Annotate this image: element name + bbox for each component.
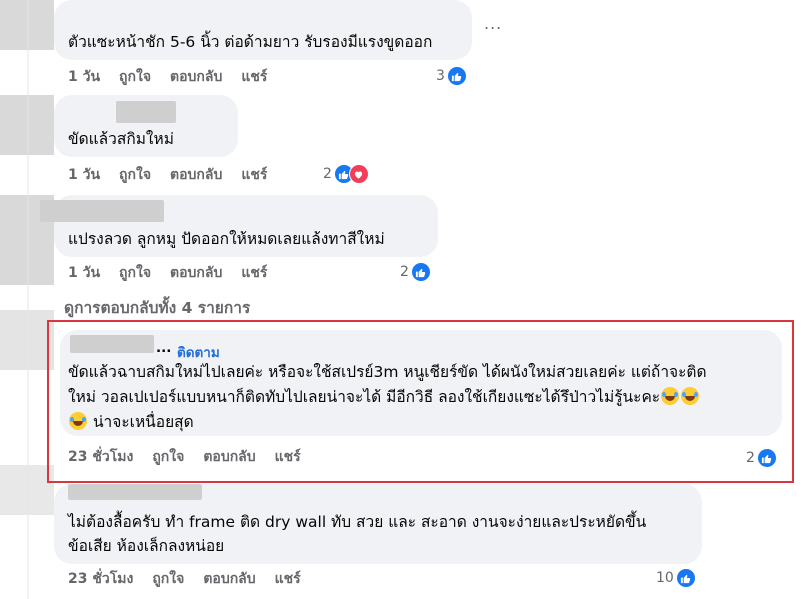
reply-button[interactable]: ตอบกลับ xyxy=(170,164,222,186)
comment-text: แปรงลวด ลูกหมู ปัดออกให้หมดเลยแล้งทาสีให… xyxy=(68,230,385,248)
more-options-icon[interactable]: ... xyxy=(484,14,502,33)
reaction-summary[interactable]: 3 xyxy=(436,65,467,87)
like-button[interactable]: ถูกใจ xyxy=(119,66,151,88)
reaction-summary[interactable]: 2 xyxy=(323,163,369,185)
comment-text-line-1: ไม่ต้องลื้อครับ ทำ frame ติด dry wall ทั… xyxy=(68,513,647,531)
like-icon xyxy=(675,568,696,588)
reply-button[interactable]: ตอบกลับ xyxy=(170,66,222,88)
comment-actions: 1 วัน ถูกใจ ตอบกลับ แชร์ xyxy=(68,263,286,283)
comment-text: ตัวแซะหน้าชัก 5-6 นิ้ว ต่อด้ามยาว รับรอง… xyxy=(68,33,433,51)
like-button[interactable]: ถูกใจ xyxy=(119,262,151,284)
reaction-count: 10 xyxy=(656,570,674,586)
thread-line xyxy=(27,0,29,599)
comment-text-line-2: ข้อเสีย ห้องเล็กลงหน่อย xyxy=(68,537,225,555)
heart-icon xyxy=(348,164,369,184)
share-button[interactable]: แชร์ xyxy=(275,568,301,590)
timestamp[interactable]: 23 ชั่วโมง xyxy=(68,568,133,590)
share-button[interactable]: แชร์ xyxy=(241,66,267,88)
reaction-count: 2 xyxy=(400,264,409,280)
highlight-box xyxy=(47,320,794,483)
like-icon xyxy=(446,66,467,86)
reply-button[interactable]: ตอบกลับ xyxy=(170,262,222,284)
author-name-blurred xyxy=(40,200,164,222)
reaction-summary[interactable]: 2 xyxy=(400,261,431,283)
share-button[interactable]: แชร์ xyxy=(241,262,267,284)
comment-text: ขัดแล้วสกิมใหม่ xyxy=(68,130,174,148)
timestamp[interactable]: 1 วัน xyxy=(68,164,100,186)
author-name-blurred xyxy=(116,101,176,123)
reaction-summary[interactable]: 10 xyxy=(656,567,696,589)
view-replies-link[interactable]: ดูการตอบกลับทั้ง 4 รายการ xyxy=(64,295,250,320)
timestamp[interactable]: 1 วัน xyxy=(68,262,100,284)
author-name-blurred xyxy=(68,484,202,500)
comment-actions: 23 ชั่วโมง ถูกใจ ตอบกลับ แชร์ xyxy=(68,569,320,589)
reply-button[interactable]: ตอบกลับ xyxy=(203,568,255,590)
timestamp[interactable]: 1 วัน xyxy=(68,66,100,88)
comment-actions: 1 วัน ถูกใจ ตอบกลับ แชร์ xyxy=(68,67,286,87)
reaction-count: 3 xyxy=(436,68,445,84)
like-button[interactable]: ถูกใจ xyxy=(152,568,184,590)
share-button[interactable]: แชร์ xyxy=(241,164,267,186)
comment-actions: 1 วัน ถูกใจ ตอบกลับ แชร์ xyxy=(68,165,286,185)
reaction-count: 2 xyxy=(323,166,332,182)
like-icon xyxy=(410,262,431,282)
like-button[interactable]: ถูกใจ xyxy=(119,164,151,186)
